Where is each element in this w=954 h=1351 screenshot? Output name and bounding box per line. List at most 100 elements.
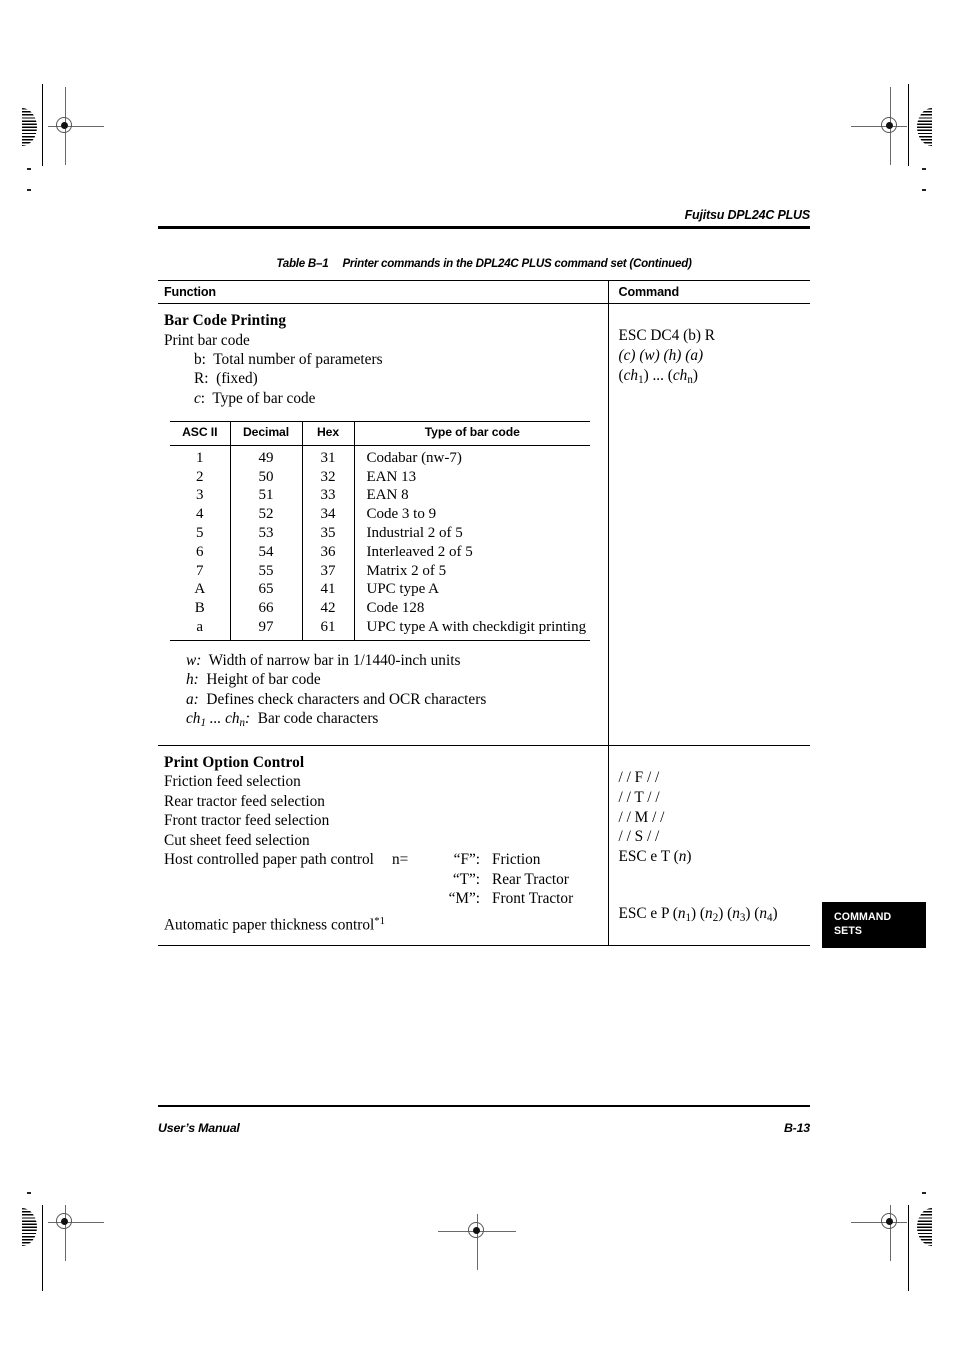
paper-path-option-row-2: “T”: Rear Tractor (164, 870, 600, 890)
bc-cell-hex: 33 (301, 486, 354, 506)
table-caption-number: Table B–1 (276, 257, 329, 271)
section-print-option-control-function: Print Option Control Friction feed selec… (158, 744, 608, 946)
crop-line-left-top (42, 84, 44, 166)
tick-dot-right-c (922, 1192, 926, 1195)
section-subtitle: Print bar code (164, 331, 250, 349)
table-row: 3 51 33 EAN 8 (170, 486, 590, 506)
registration-mark-bottom-center (438, 1214, 516, 1270)
bc-cell-hex: 34 (301, 505, 354, 525)
running-head: Fujitsu DPL24C PLUS (684, 208, 811, 222)
thumb-tab-line-2: SETS (834, 924, 863, 937)
paper-path-param-label: n= (392, 851, 409, 869)
bc-cell-decimal: 65 (229, 580, 302, 600)
command-reference-table: Function Command Bar Code Printing Print… (158, 280, 810, 946)
bc-cell-ascii: a (196, 619, 204, 636)
bc-cell-type: Matrix 2 of 5 (353, 561, 590, 581)
bc-cell-ascii: 3 (196, 487, 204, 504)
command-params-ch: (ch1) ... (chn) (618, 367, 698, 387)
table-row: B 66 42 Code 128 (170, 599, 590, 619)
bc-cell-decimal: 51 (229, 486, 302, 506)
bc-cell-hex: 36 (301, 542, 354, 562)
command-host-paper-path: ESC e T (n) (618, 848, 692, 866)
bc-cell-decimal: 53 (229, 524, 302, 543)
bc-cell-hex: 61 (301, 618, 354, 641)
table-row: A 65 41 UPC type A (170, 580, 590, 600)
command-rear-tractor-feed: / / T / / (618, 788, 660, 806)
table-caption: Table B–1 Printer commands in the DPL24C … (158, 257, 810, 270)
tick-dot-right-a (922, 168, 926, 171)
bc-cell-hex: 32 (301, 467, 354, 487)
function-cut-sheet-feed: Cut sheet feed selection (164, 831, 310, 849)
command-cut-sheet-feed: / / S / / (618, 828, 660, 846)
bc-cell-decimal: 54 (229, 542, 302, 562)
paper-path-code-t: “T”: (452, 870, 480, 888)
param-b: b: Total number of parameters (194, 351, 383, 369)
density-bar-right-top (917, 108, 932, 146)
bc-cell-hex: 41 (301, 580, 354, 600)
density-bar-left-bottom (22, 1208, 37, 1246)
bc-cell-type: Codabar (nw-7) (353, 445, 590, 468)
page-content: Fujitsu DPL24C PLUS Table B–1 Printer com… (158, 208, 810, 946)
bc-cell-hex: 31 (301, 445, 354, 468)
column-header-function: Function (158, 280, 608, 305)
table-row: a 97 61 UPC type A with checkdigit print… (170, 618, 590, 641)
bc-cell-decimal: 49 (229, 445, 302, 468)
table-caption-text: Printer commands in the DPL24C PLUS comm… (342, 257, 692, 271)
command-esc-dc4: ESC DC4 (b) R (618, 327, 715, 345)
bc-cell-type: Industrial 2 of 5 (353, 524, 590, 543)
bc-header-decimal: Decimal (229, 421, 302, 446)
auto-thickness-label: Automatic paper thickness control (164, 916, 375, 934)
paper-path-option-row-1: Host controlled paper path control n= “F… (164, 850, 600, 870)
section-print-option-control-command: / / F / / / / T / / / / M / / / / S / / … (607, 744, 810, 946)
bc-cell-decimal: 55 (229, 561, 302, 581)
bc-cell-ascii: A (194, 581, 206, 598)
command-friction-feed: / / F / / (618, 768, 660, 786)
command-params-cwha: (c) (w) (h) (a) (618, 347, 704, 365)
header-rule (158, 226, 810, 230)
print-option-function-list: Print Option Control Friction feed selec… (164, 753, 600, 935)
footer-manual-name: User’s Manual (158, 1120, 240, 1135)
table-row: 2 50 32 EAN 13 (170, 467, 590, 487)
function-friction-feed: Friction feed selection (164, 773, 301, 791)
param-R: R: (fixed) (194, 370, 258, 388)
bc-cell-type: UPC type A with checkdigit printing (353, 618, 590, 641)
bar-code-table-body: 1 49 31 Codabar (nw-7) 2 50 32 EAN 13 3 … (170, 445, 590, 641)
table-row: 7 55 37 Matrix 2 of 5 (170, 561, 590, 581)
bc-cell-ascii: B (194, 600, 205, 617)
registration-mark-bottom-left (48, 1205, 104, 1261)
command-auto-paper-thickness: ESC e P (n1) (n2) (n3) (n4) (618, 904, 778, 924)
bar-code-table-header-row: ASC II Decimal Hex Type of bar code (170, 421, 590, 446)
bc-cell-type: EAN 8 (353, 486, 590, 506)
bc-cell-type: Code 3 to 9 (353, 505, 590, 525)
bc-cell-ascii: 7 (196, 562, 204, 579)
bc-cell-ascii: 6 (196, 543, 204, 560)
function-auto-paper-thickness: Automatic paper thickness control*1 (164, 915, 600, 935)
param-ch: ch1 ... chn: Bar code characters (186, 710, 379, 730)
command-front-tractor-feed: / / M / / (618, 808, 665, 826)
bc-cell-hex: 35 (301, 524, 354, 543)
tick-dot-right-b (922, 189, 926, 192)
bc-cell-ascii: 5 (196, 525, 204, 542)
table-header-row: Function Command (158, 280, 810, 305)
registration-mark-top-left (48, 87, 104, 165)
table-row: 5 53 35 Industrial 2 of 5 (170, 524, 590, 543)
crop-line-right-bottom (908, 1205, 910, 1291)
bc-cell-type: Interleaved 2 of 5 (353, 542, 590, 562)
paper-path-option-row-3: “M”: Front Tractor (164, 889, 600, 909)
column-header-command: Command (607, 280, 810, 305)
paper-path-name-m: Front Tractor (492, 890, 574, 908)
table-row: Bar Code Printing Print bar code b: Tota… (158, 303, 810, 746)
registration-mark-top-right (851, 87, 907, 165)
thumb-tab-command-sets: COMMAND SETS (822, 902, 926, 948)
bar-code-type-table: ASC II Decimal Hex Type of bar code 1 49… (170, 421, 590, 641)
crop-line-left-bottom (42, 1205, 44, 1291)
section-title: Bar Code Printing (164, 312, 287, 330)
thumb-tab-line-1: COMMAND (834, 911, 892, 923)
tick-dot-left-c (27, 1192, 31, 1195)
paper-path-code-m: “M”: (448, 890, 480, 908)
bar-code-type-table-wrap: ASC II Decimal Hex Type of bar code 1 49… (170, 421, 590, 641)
bc-cell-decimal: 66 (229, 599, 302, 619)
density-bar-left-top (22, 108, 37, 146)
param-a: a: Defines check characters and OCR char… (186, 690, 487, 708)
tick-dot-left-a (27, 168, 31, 171)
